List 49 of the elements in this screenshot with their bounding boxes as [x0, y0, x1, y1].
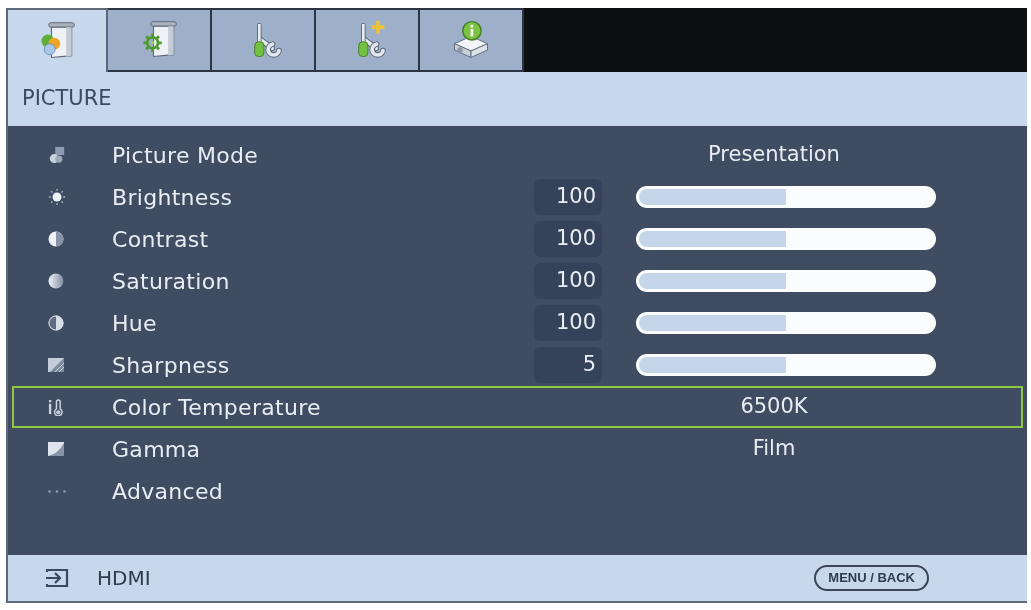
setting-label: Brightness [112, 183, 233, 212]
shapes-icon [48, 146, 66, 164]
tab[interactable] [316, 8, 420, 72]
menu-row[interactable]: Contrast 100 [12, 218, 1023, 260]
hatched-square-icon [48, 358, 64, 372]
setting-label: Hue [112, 309, 157, 338]
section-title: PICTURE [22, 85, 112, 113]
menu-row[interactable]: Hue 100 [12, 302, 1023, 344]
tab[interactable] [108, 8, 212, 72]
value-readout: 100 [534, 221, 602, 257]
dots-icon [48, 489, 66, 493]
slider-track[interactable] [636, 186, 936, 208]
menu-row[interactable]: Sharpness 5 [12, 344, 1023, 386]
half-circle-icon [48, 315, 64, 331]
value-readout: 100 [534, 179, 602, 215]
menu-row[interactable]: Saturation 100 [12, 260, 1023, 302]
thermometer-icon [48, 398, 63, 416]
input-arrow-icon [45, 568, 69, 588]
slider-track[interactable] [636, 270, 936, 292]
setting-label: Picture Mode [112, 141, 259, 170]
input-source-label: HDMI [97, 565, 151, 592]
value-readout: 5 [534, 347, 602, 383]
tab[interactable] [212, 8, 316, 72]
menu-row[interactable]: Advanced [12, 470, 1023, 512]
value-readout: 100 [534, 263, 602, 299]
slider-track[interactable] [636, 354, 936, 376]
menu-row[interactable]: Brightness 100 [12, 176, 1023, 218]
curve-square-icon [48, 442, 64, 456]
setting-label: Gamma [112, 435, 201, 464]
setting-label: Saturation [112, 267, 230, 296]
slider-track[interactable] [636, 228, 936, 250]
slider-track[interactable] [636, 312, 936, 334]
menu-row[interactable]: Picture Mode Presentation [12, 134, 1023, 176]
tab[interactable] [420, 8, 524, 72]
setting-label: Contrast [112, 225, 209, 254]
menu-back-key[interactable]: MENU / BACK [814, 565, 929, 591]
menu-row[interactable]: Color Temperature 6500K [12, 386, 1023, 428]
setting-value: 6500K [740, 393, 808, 421]
menu-row[interactable]: Gamma Film [12, 428, 1023, 470]
shaded-circle-icon [48, 273, 64, 289]
tab[interactable] [6, 8, 108, 72]
setting-value: Film [752, 435, 796, 463]
half-circle-icon [48, 231, 64, 247]
setting-label: Sharpness [112, 351, 230, 380]
setting-value: Presentation [708, 141, 840, 169]
value-readout: 100 [534, 305, 602, 341]
sun-icon [48, 188, 66, 206]
setting-label: Advanced [112, 477, 224, 506]
setting-label: Color Temperature [112, 393, 321, 422]
